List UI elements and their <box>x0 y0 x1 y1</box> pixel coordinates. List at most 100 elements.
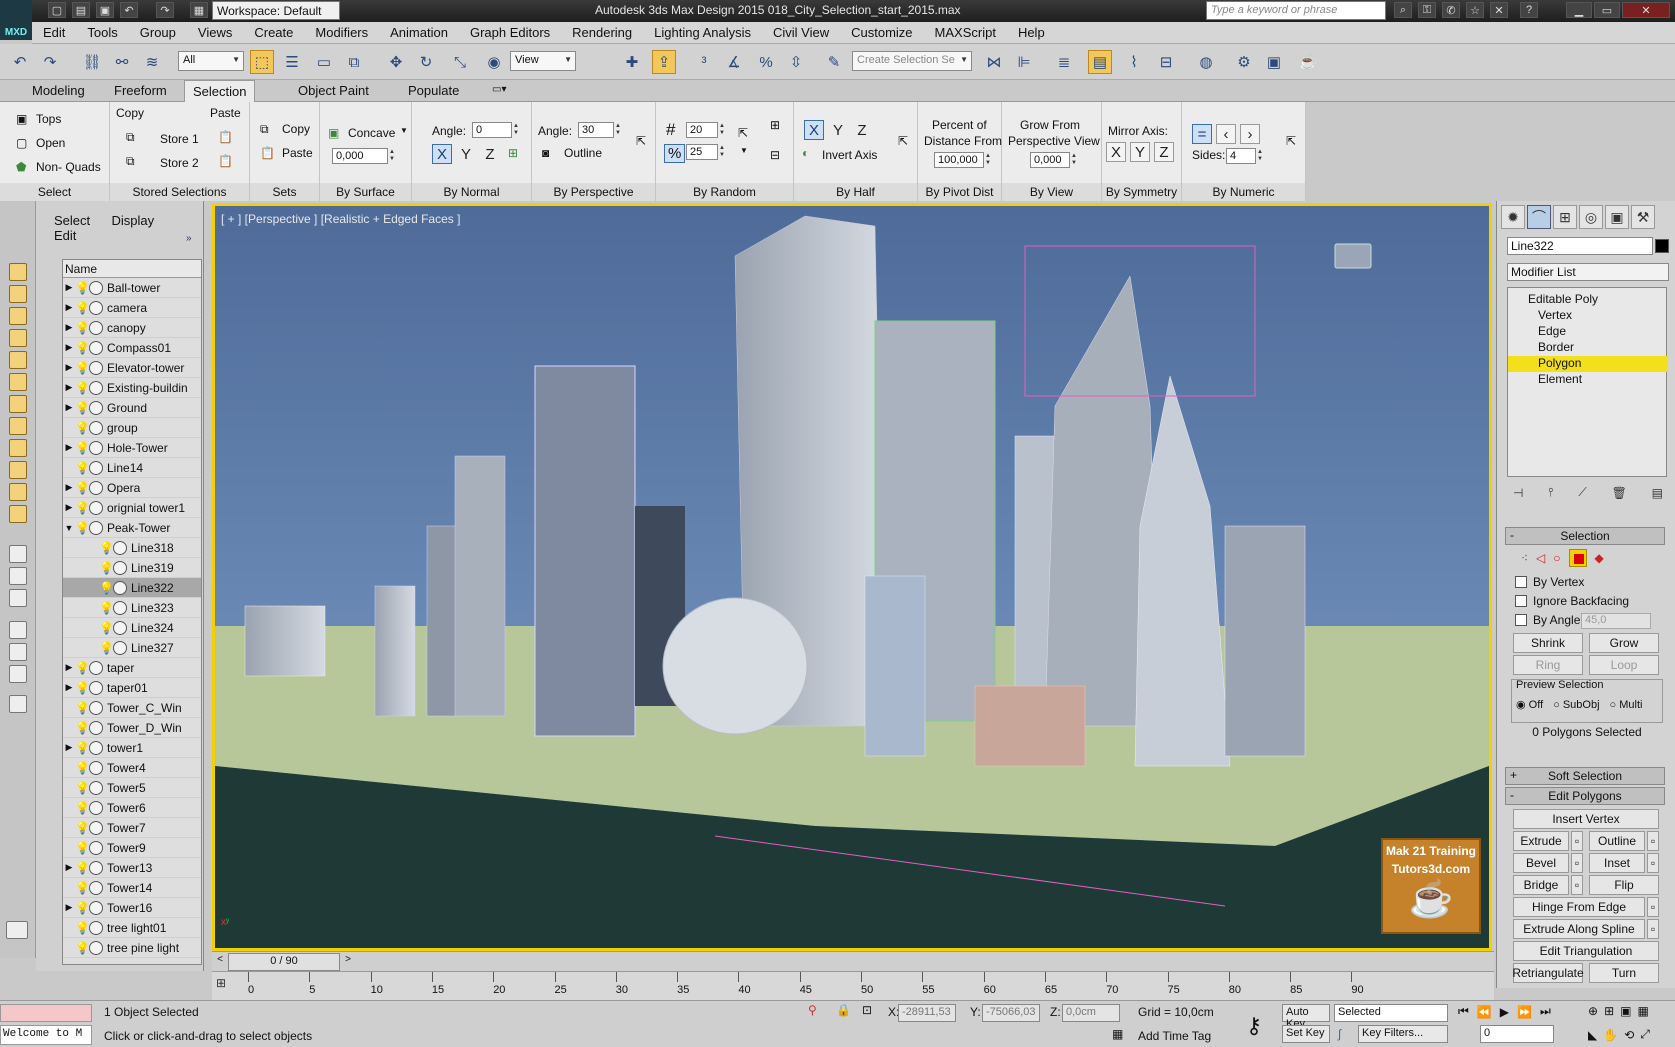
display-cameras-icon[interactable] <box>9 351 27 369</box>
display-geometry-icon[interactable] <box>9 285 27 303</box>
scene-menu-select[interactable]: Select <box>54 213 90 228</box>
select-object-icon[interactable]: ⬚ <box>250 50 274 74</box>
selection-rollout-header[interactable]: - Selection <box>1505 527 1665 545</box>
redo-icon[interactable]: ↷ <box>156 2 174 18</box>
edit-polygons-rollout-header[interactable]: - Edit Polygons <box>1505 787 1665 805</box>
normal-angle-spinner[interactable]: 0 <box>472 122 521 138</box>
modify-tab-icon[interactable]: ⌒ <box>1527 205 1551 229</box>
flip-button[interactable]: Flip <box>1589 875 1659 895</box>
hierarchy-tab-icon[interactable]: ⊞ <box>1553 205 1577 229</box>
app-logo[interactable]: MXD <box>0 0 32 40</box>
scene-row[interactable]: 💡 Line14 <box>63 458 201 478</box>
set-keys-icon[interactable]: ⚷ <box>1246 1013 1262 1039</box>
selection-lock-icon[interactable]: 🔒 <box>836 1003 851 1017</box>
expand-toggle-icon[interactable]: ▶ <box>63 342 75 353</box>
scene-row[interactable]: ▶ 💡 canopy <box>63 318 201 338</box>
menu-group[interactable]: Group <box>140 25 176 40</box>
select-all-icon[interactable] <box>9 643 27 661</box>
scene-row[interactable]: ▶ 💡 camera <box>63 298 201 318</box>
save-file-icon[interactable]: ▣ <box>96 2 114 18</box>
loop-button[interactable]: Loop <box>1589 655 1659 675</box>
soft-selection-rollout-header[interactable]: + Soft Selection <box>1505 767 1665 785</box>
extrude-settings-button[interactable]: ▫ <box>1571 831 1583 851</box>
outline-button[interactable]: Outline <box>564 146 602 160</box>
edge-level-icon[interactable]: ◁ <box>1536 551 1545 565</box>
create-tab-icon[interactable]: ✹ <box>1501 205 1525 229</box>
border-level-icon[interactable]: ○ <box>1553 551 1560 565</box>
perspective-pick-icon[interactable]: ⇱ <box>636 134 646 148</box>
ribbon-options-icon[interactable]: ▭▾ <box>484 84 514 95</box>
zoom-icon[interactable]: ⊕ <box>1588 1004 1598 1018</box>
expand-toggle-icon[interactable]: ▶ <box>63 862 75 873</box>
go-to-end-icon[interactable]: ⏭ <box>1540 1004 1551 1019</box>
utilities-tab-icon[interactable]: ⚒ <box>1631 205 1655 229</box>
autodesk-exchange-icon[interactable]: ✕ <box>1490 2 1508 18</box>
numeric-less-button[interactable]: ‹ <box>1216 124 1236 144</box>
help-icon[interactable]: ? <box>1520 2 1538 18</box>
x-coord-field[interactable]: -28911,53 <box>898 1004 956 1022</box>
expand-toggle-icon[interactable]: ▶ <box>63 302 75 313</box>
random-percent-icon[interactable]: % <box>664 144 686 163</box>
configure-sets-icon[interactable]: ▤ <box>1652 486 1663 500</box>
symmetry-x-button[interactable]: X <box>1106 142 1126 162</box>
next-frame-icon[interactable]: ⏩ <box>1517 1005 1532 1019</box>
mini-curve-editor-icon[interactable]: ⊞ <box>216 976 226 990</box>
preview-multi-radio[interactable]: ○ Multi <box>1610 699 1643 711</box>
visibility-bulb-icon[interactable]: 💡 <box>99 621 114 635</box>
scene-row[interactable]: 💡 Tower_C_Win <box>63 698 201 718</box>
bevel-button[interactable]: Bevel <box>1513 853 1569 873</box>
zoom-all-icon[interactable]: ⊞ <box>1604 1004 1614 1018</box>
menu-tools[interactable]: Tools <box>87 25 117 40</box>
spinner-snap-icon[interactable]: ⇳ <box>784 50 808 74</box>
display-tab-icon[interactable]: ▣ <box>1605 205 1629 229</box>
scene-row[interactable]: 💡 Tower6 <box>63 798 201 818</box>
expand-toggle-icon[interactable]: ▶ <box>63 282 75 293</box>
scene-row[interactable]: ▶ 💡 Compass01 <box>63 338 201 358</box>
stack-subobject-item[interactable]: Edge <box>1508 324 1668 340</box>
outline-button[interactable]: Outline <box>1589 831 1645 851</box>
visibility-bulb-icon[interactable]: 💡 <box>75 821 90 835</box>
display-children-icon[interactable] <box>9 545 27 563</box>
hinge-from-edge-button[interactable]: Hinge From Edge <box>1513 897 1645 917</box>
sets-copy-button[interactable]: Copy <box>282 122 310 136</box>
scene-row[interactable]: 💡 Tower9 <box>63 838 201 858</box>
scene-row[interactable]: ▶ 💡 Opera <box>63 478 201 498</box>
pin-stack-icon[interactable]: ⊣ <box>1513 486 1523 500</box>
current-frame-field[interactable]: 0 <box>1480 1025 1554 1043</box>
select-manipulate-icon[interactable]: ⇪ <box>652 50 676 74</box>
place-icon[interactable]: ◉ <box>482 50 506 74</box>
half-z-button[interactable]: Z <box>852 120 872 140</box>
display-containers-icon[interactable] <box>9 483 27 501</box>
normal-x-button[interactable]: X <box>432 144 452 164</box>
field-of-view-icon[interactable]: ◣ <box>1588 1028 1597 1042</box>
play-icon[interactable]: ▶ <box>1500 1005 1509 1019</box>
scene-row[interactable]: 💡 Tower14 <box>63 878 201 898</box>
expand-toggle-icon[interactable]: ▶ <box>63 442 75 453</box>
display-xrefs-icon[interactable] <box>9 439 27 457</box>
tab-object-paint[interactable]: Object Paint <box>290 83 377 98</box>
visibility-bulb-icon[interactable]: 💡 <box>75 921 90 935</box>
sides-spinner[interactable]: 4 <box>1226 148 1265 164</box>
expand-toggle-icon[interactable]: ▶ <box>63 502 75 513</box>
numeric-greater-button[interactable]: › <box>1240 124 1260 144</box>
inset-settings-button[interactable]: ▫ <box>1647 853 1659 873</box>
visibility-bulb-icon[interactable]: 💡 <box>75 461 90 475</box>
undo-icon[interactable]: ↶ <box>8 50 32 74</box>
visibility-bulb-icon[interactable]: 💡 <box>99 561 114 575</box>
display-frozen-icon[interactable] <box>9 505 27 523</box>
menu-edit[interactable]: Edit <box>43 25 65 40</box>
maximize-button[interactable]: ▭ <box>1594 2 1620 18</box>
maximize-viewport-icon[interactable]: ⤢ <box>1640 1027 1650 1042</box>
y-coord-field[interactable]: -75066,03 <box>982 1004 1040 1022</box>
by-angle-checkbox[interactable]: By Angle: <box>1515 613 1584 627</box>
by-angle-spinner[interactable]: 45,0 <box>1581 613 1651 629</box>
render-setup-icon[interactable]: ⚙ <box>1232 50 1256 74</box>
display-lights-icon[interactable] <box>9 329 27 347</box>
ring-button[interactable]: Ring <box>1513 655 1583 675</box>
scene-row[interactable]: ▶ 💡 taper <box>63 658 201 678</box>
add-time-tag[interactable]: Add Time Tag <box>1138 1029 1211 1043</box>
menu-animation[interactable]: Animation <box>390 25 448 40</box>
communication-icon[interactable]: ✆ <box>1442 2 1460 18</box>
schematic-view-icon[interactable]: ⊟ <box>1154 50 1178 74</box>
zoom-extents-all-icon[interactable]: ▦ <box>1637 1004 1648 1018</box>
